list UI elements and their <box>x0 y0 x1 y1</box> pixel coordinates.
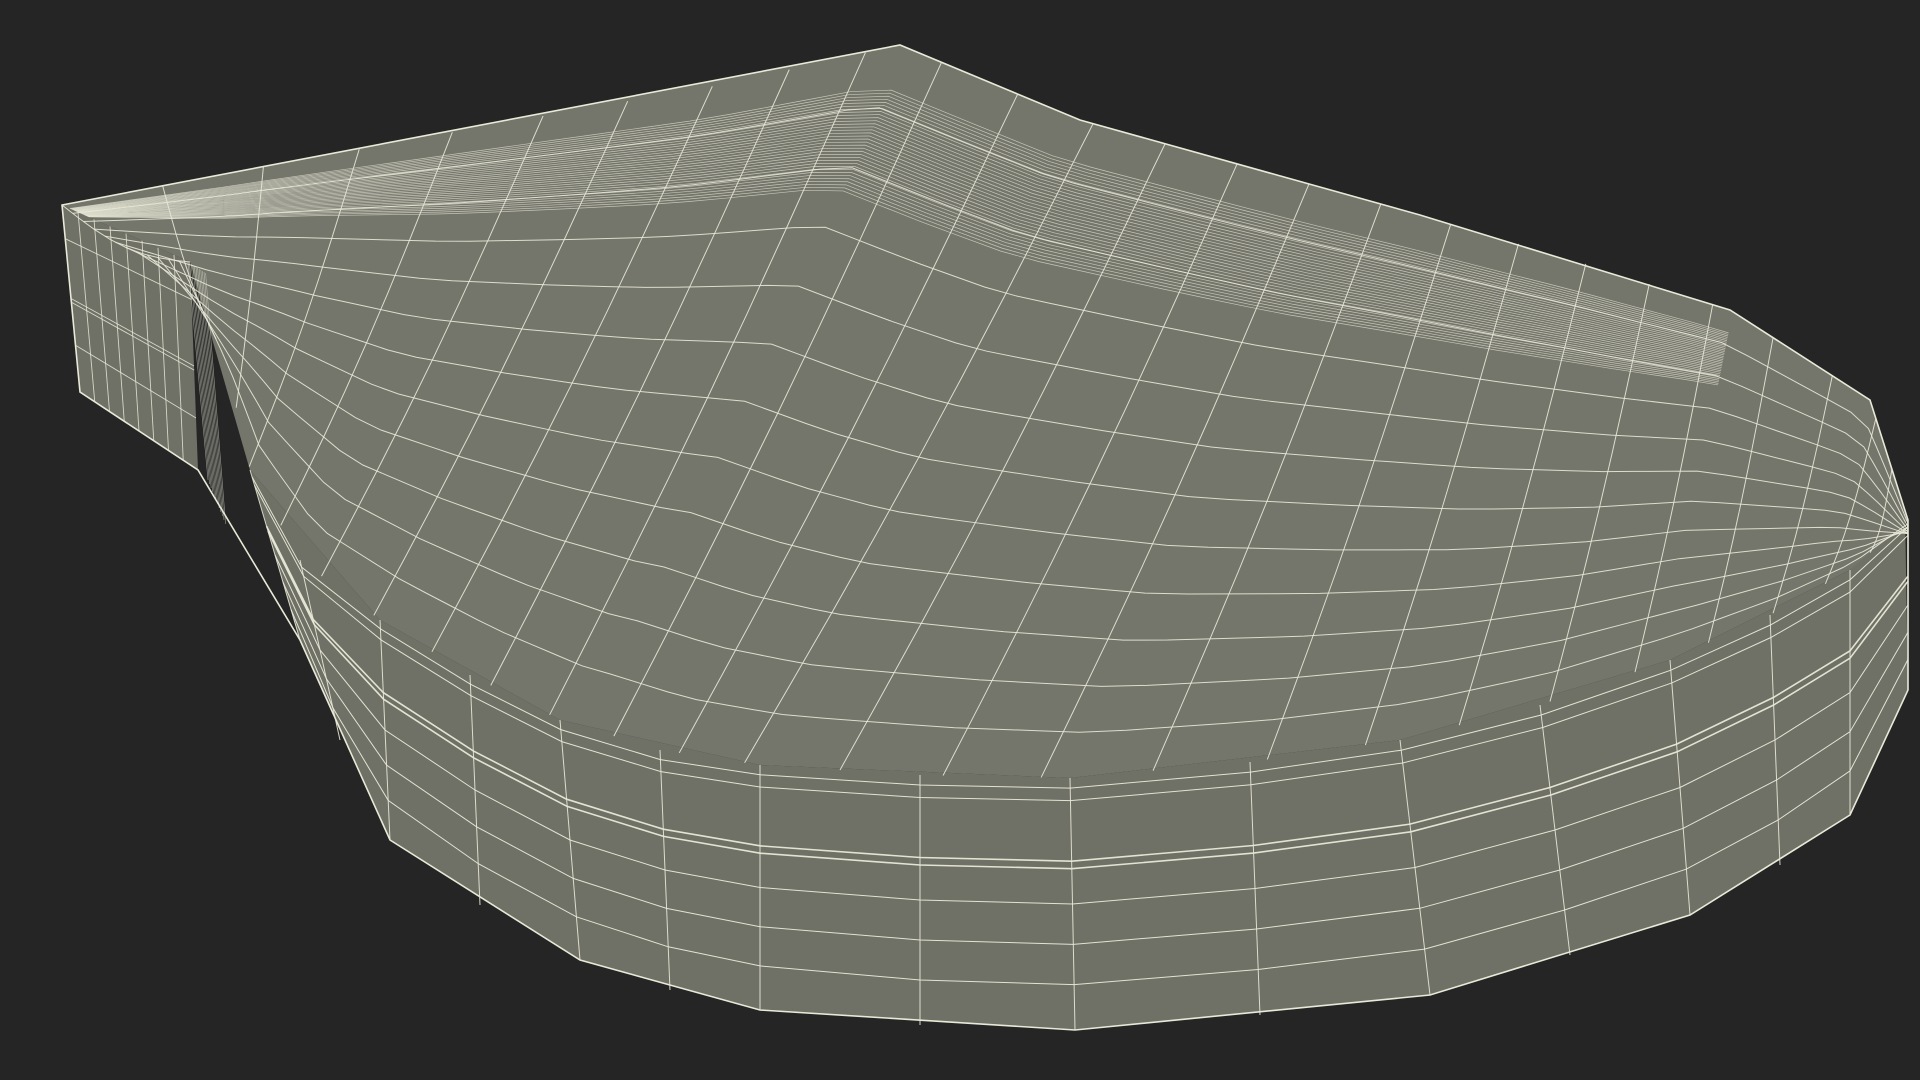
wireframe-render <box>0 0 1920 1080</box>
3d-viewport[interactable] <box>0 0 1920 1080</box>
